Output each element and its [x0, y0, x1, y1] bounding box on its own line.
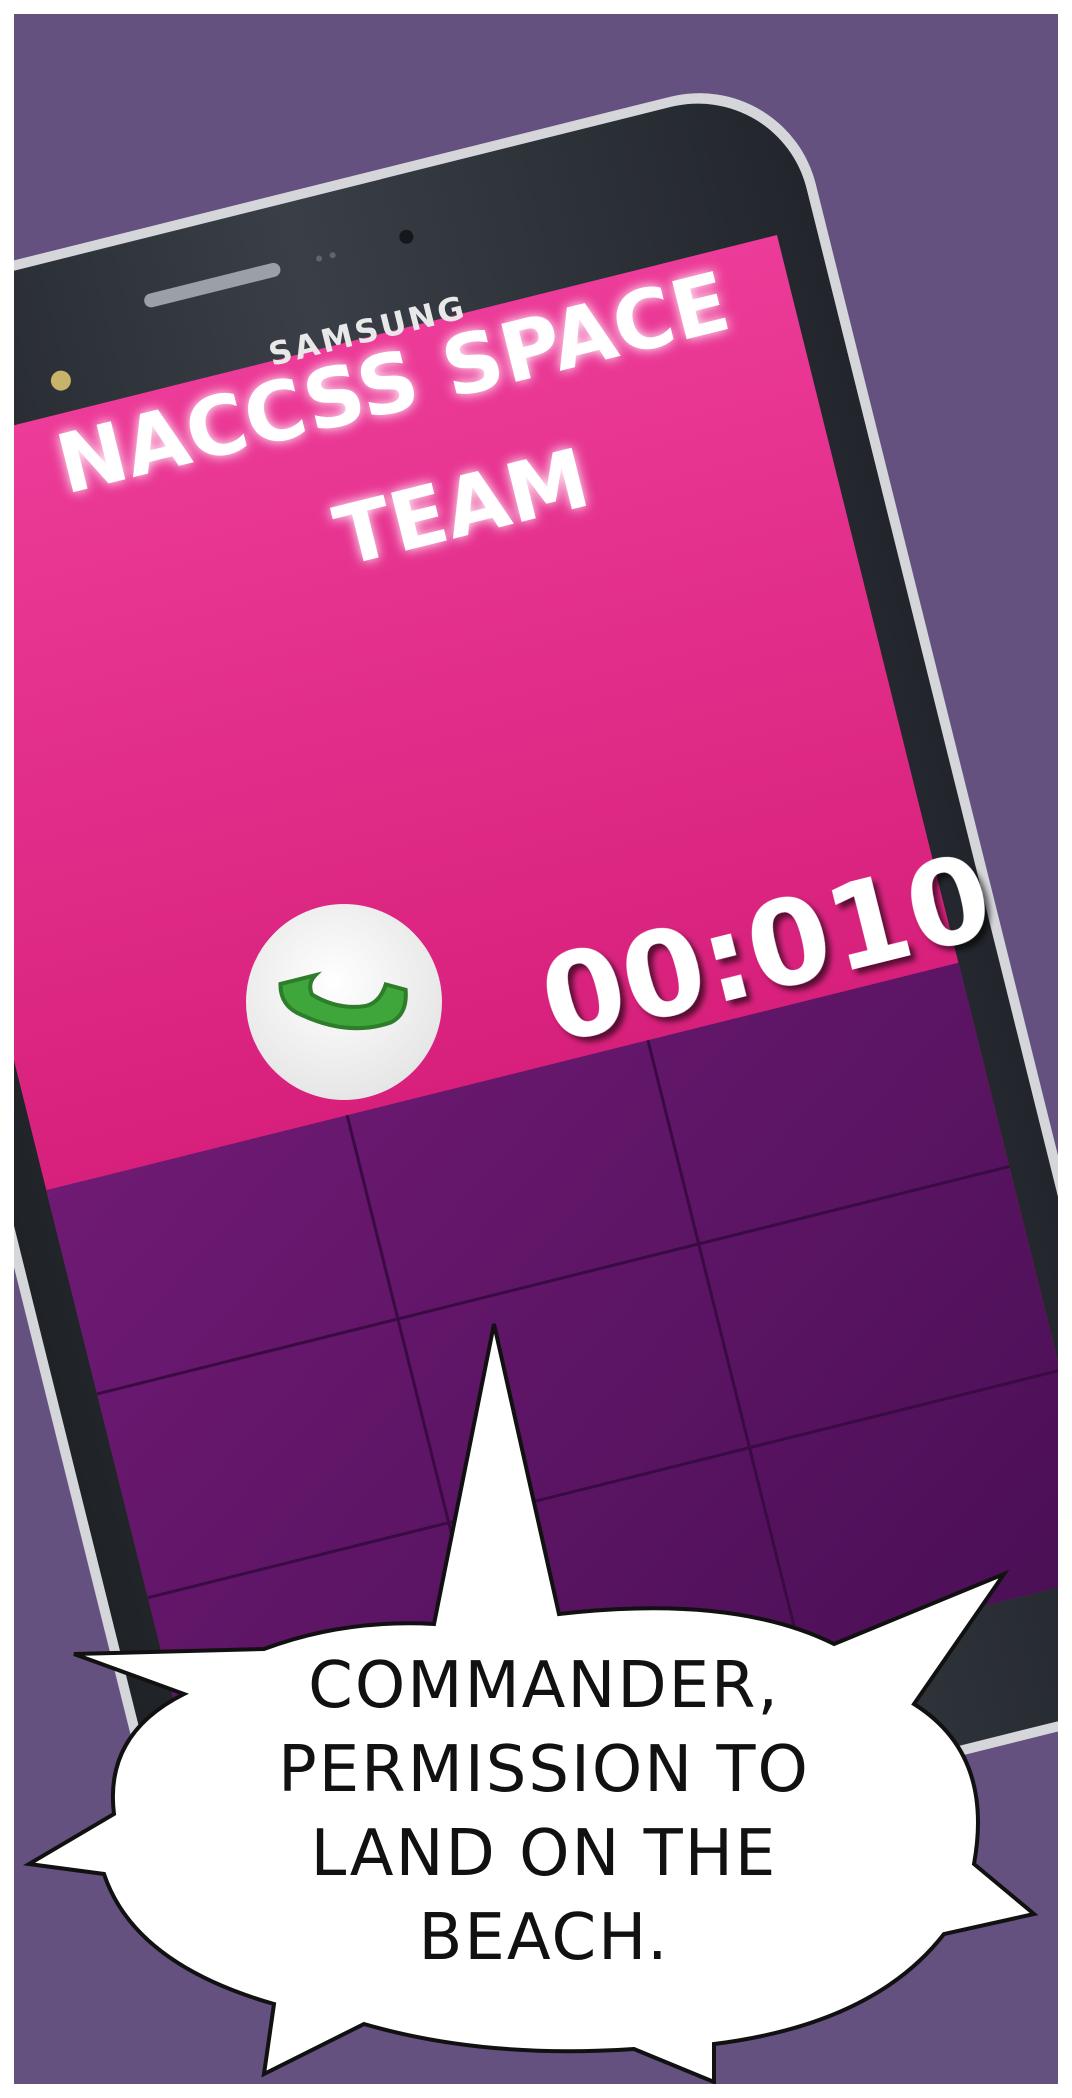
speech-text: COMMANDER, PERMISSION TO LAND ON THE BEA…	[164, 1644, 924, 2064]
speech-line-2: PERMISSION TO	[278, 1733, 810, 1807]
speech-line-1: COMMANDER,	[308, 1649, 780, 1723]
speech-line-4: BEACH.	[418, 1901, 670, 1975]
comic-panel: SAMSUNG NACCSS SPACE TEAM 00:010 COMMAND…	[14, 14, 1058, 2084]
speech-line-3: LAND ON THE	[310, 1817, 778, 1891]
answer-call-button[interactable]	[246, 904, 442, 1100]
